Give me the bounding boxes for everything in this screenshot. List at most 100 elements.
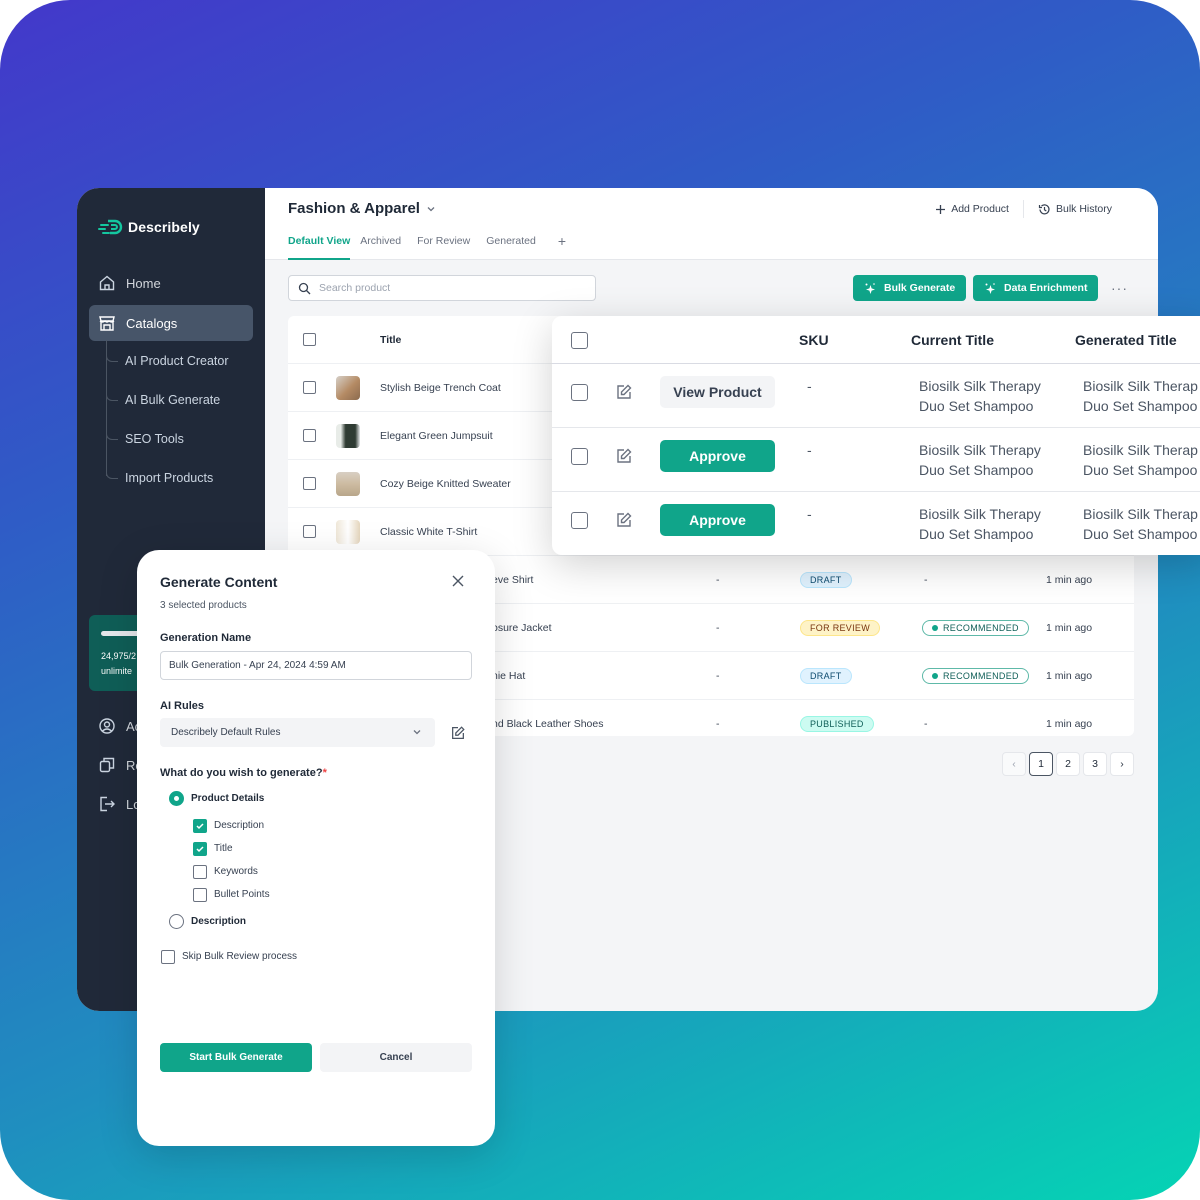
required-mark: * xyxy=(322,767,327,779)
generate-question: What do you wish to generate?* xyxy=(160,767,327,779)
plus-icon xyxy=(936,204,946,214)
sidebar-item-catalogs[interactable]: Catalogs xyxy=(89,305,253,341)
prev-page-button[interactable]: ‹ xyxy=(1002,752,1026,776)
bulk-generate-button[interactable]: Bulk Generate xyxy=(853,275,967,301)
checkbox-description-label: Description xyxy=(214,820,265,831)
product-title[interactable]: osure Jacket xyxy=(492,622,552,634)
radio-description-label: Description xyxy=(191,916,247,927)
approve-button[interactable]: Approve xyxy=(660,440,775,472)
page-1-button[interactable]: 1 xyxy=(1029,752,1053,776)
sparkle-icon xyxy=(985,282,995,294)
page-3-button[interactable]: 3 xyxy=(1083,752,1107,776)
next-page-button[interactable]: › xyxy=(1110,752,1134,776)
review-row[interactable]: Approve - Biosilk Silk Therapy Duo Set S… xyxy=(552,428,1200,492)
radio-description[interactable] xyxy=(169,914,184,929)
selected-count: 3 selected products xyxy=(160,600,247,611)
product-title[interactable]: Stylish Beige Trench Coat xyxy=(380,382,501,394)
edit-icon[interactable] xyxy=(615,383,633,401)
data-enrichment-button[interactable]: Data Enrichment xyxy=(973,275,1099,301)
row-checkbox[interactable] xyxy=(303,477,316,490)
select-all-checkbox[interactable] xyxy=(303,333,316,346)
row-checkbox[interactable] xyxy=(571,384,588,401)
generated-title-line-1: Biosilk Silk Therap xyxy=(1083,506,1198,522)
edit-icon[interactable] xyxy=(615,447,633,465)
close-icon[interactable] xyxy=(451,574,465,588)
account-icon xyxy=(99,718,115,734)
sidebar-subitem-seo-tools[interactable]: SEO Tools xyxy=(125,432,184,446)
sidebar-subitem-ai-product-creator[interactable]: AI Product Creator xyxy=(125,354,229,368)
row-checkbox[interactable] xyxy=(303,525,316,538)
cancel-button[interactable]: Cancel xyxy=(320,1043,472,1072)
recommended-badge: RECOMMENDED xyxy=(922,667,1029,684)
checkbox-keywords[interactable] xyxy=(193,865,207,879)
row-checkbox[interactable] xyxy=(303,429,316,442)
add-product-button[interactable]: Add Product xyxy=(921,200,1023,218)
review-row[interactable]: Approve - Biosilk Silk Therapy Duo Set S… xyxy=(552,492,1200,555)
edit-icon[interactable] xyxy=(450,725,466,741)
sku-value: - xyxy=(807,378,812,394)
search-input[interactable]: Search product xyxy=(288,275,596,301)
logout-icon xyxy=(100,796,115,812)
checkbox-title[interactable] xyxy=(193,842,207,856)
chevron-down-icon xyxy=(413,730,421,735)
sidebar-subitem-import-products[interactable]: Import Products xyxy=(125,471,213,485)
checkbox-skip-bulk-review[interactable] xyxy=(161,950,175,964)
catalog-title: Fashion & Apparel xyxy=(288,200,420,217)
checkbox-bullet-points[interactable] xyxy=(193,888,207,902)
add-tab-button[interactable]: + xyxy=(558,234,566,260)
current-title-line-1: Biosilk Silk Therapy xyxy=(919,378,1041,394)
generated-title-line-2: Duo Set Shampoo xyxy=(1083,526,1198,542)
current-title-line-1: Biosilk Silk Therapy xyxy=(919,442,1041,458)
pagination: ‹ 1 2 3 › xyxy=(1002,752,1134,776)
radio-product-details-label: Product Details xyxy=(191,793,265,804)
tab-archived[interactable]: Archived xyxy=(360,235,401,260)
tab-generated[interactable]: Generated xyxy=(486,235,536,260)
sku-value: - xyxy=(716,621,720,634)
product-title[interactable]: Elegant Green Jumpsuit xyxy=(380,430,493,442)
edit-icon[interactable] xyxy=(615,511,633,529)
bulk-history-button[interactable]: Bulk History xyxy=(1024,200,1126,218)
tab-default-view[interactable]: Default View xyxy=(288,235,351,260)
start-bulk-generate-button[interactable]: Start Bulk Generate xyxy=(160,1043,312,1072)
bulk-generate-label: Bulk Generate xyxy=(884,282,956,294)
more-options-button[interactable]: ··· xyxy=(1111,280,1128,296)
generation-name-label: Generation Name xyxy=(160,632,252,644)
sidebar-subitem-ai-bulk-generate[interactable]: AI Bulk Generate xyxy=(125,393,220,407)
catalog-selector[interactable]: Fashion & Apparel xyxy=(288,200,436,217)
sku-value: - xyxy=(807,506,812,522)
home-icon xyxy=(99,275,115,291)
product-title[interactable]: nie Hat xyxy=(492,670,525,682)
view-product-button[interactable]: View Product xyxy=(660,376,775,408)
updated-time: 1 min ago xyxy=(1046,573,1093,586)
current-title-line-2: Duo Set Shampoo xyxy=(919,526,1034,542)
sku-value: - xyxy=(716,573,720,586)
radio-product-details[interactable] xyxy=(169,791,184,806)
search-icon xyxy=(298,282,311,294)
recommended-label: RECOMMENDED xyxy=(943,622,1019,633)
review-row[interactable]: View Product - Biosilk Silk Therapy Duo … xyxy=(552,364,1200,428)
checkbox-description[interactable] xyxy=(193,819,207,833)
row-checkbox[interactable] xyxy=(571,512,588,529)
tree-branch xyxy=(106,471,118,479)
approve-button[interactable]: Approve xyxy=(660,504,775,536)
tab-for-review[interactable]: For Review xyxy=(417,235,470,260)
column-header-generated-title: Generated Title xyxy=(1075,332,1177,348)
generated-title-line-2: Duo Set Shampoo xyxy=(1083,398,1198,414)
generation-name-input[interactable]: Bulk Generation - Apr 24, 2024 4:59 AM xyxy=(160,651,472,680)
row-checkbox[interactable] xyxy=(571,448,588,465)
sidebar-item-home[interactable]: Home xyxy=(89,265,253,301)
product-title[interactable]: Cozy Beige Knitted Sweater xyxy=(380,478,511,490)
product-title[interactable]: eve Shirt xyxy=(492,574,533,586)
history-icon xyxy=(1038,203,1050,214)
ai-rules-select[interactable]: Describely Default Rules xyxy=(160,718,435,747)
product-title[interactable]: nd Black Leather Shoes xyxy=(492,718,604,730)
product-thumbnail xyxy=(336,375,360,400)
select-all-checkbox[interactable] xyxy=(571,332,588,349)
column-header-current-title: Current Title xyxy=(911,332,994,348)
tree-branch xyxy=(106,432,118,440)
status-badge: DRAFT xyxy=(800,571,852,588)
sparkle-icon xyxy=(865,282,875,294)
page-2-button[interactable]: 2 xyxy=(1056,752,1080,776)
product-title[interactable]: Classic White T-Shirt xyxy=(380,526,477,538)
row-checkbox[interactable] xyxy=(303,381,316,394)
